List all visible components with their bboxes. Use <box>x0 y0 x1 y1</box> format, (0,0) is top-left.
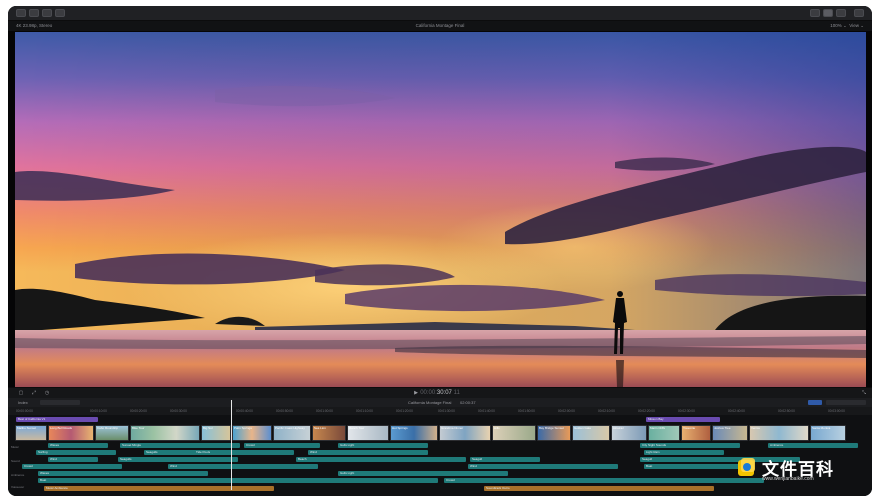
watermark-url: www.wenjianbaike.com <box>762 476 814 482</box>
ruler-tick: 00:01:30:00 <box>438 409 455 413</box>
audio-clip[interactable]: Waves <box>48 443 108 448</box>
video-clip[interactable]: Marin Cliffs <box>648 425 680 441</box>
watermark: 文件百科 www.wenjianbaike.com <box>736 453 856 489</box>
video-clip[interactable]: Malibu Sunset <box>15 425 47 441</box>
ruler-tick: 00:00:20:00 <box>130 409 147 413</box>
ruler-tick: 00:00:00:00 <box>16 409 33 413</box>
music-clip[interactable]: Soundtrack Outro <box>484 486 714 491</box>
title-clip[interactable]: Best of California V1 <box>16 417 98 422</box>
video-clip[interactable]: Ranch Tour <box>347 425 389 441</box>
video-clip[interactable]: Venice <box>749 425 809 441</box>
lane-label: Voiceover <box>11 485 25 489</box>
skimming-toggle[interactable] <box>808 400 822 405</box>
audio-clip[interactable]: Wind <box>308 450 428 455</box>
ruler-tick: 00:02:00:00 <box>558 409 575 413</box>
view-controls[interactable]: 100% ⌄ View ⌄ <box>830 21 864 31</box>
ruler-tick: 00:02:30:00 <box>678 409 695 413</box>
video-clip[interactable]: Hills <box>492 425 536 441</box>
title-clip[interactable]: Misson Bay <box>646 417 720 422</box>
view-menu[interactable]: View ⌄ <box>849 23 864 28</box>
video-clip[interactable]: Santa Monica <box>810 425 846 441</box>
import-icon[interactable] <box>16 9 26 17</box>
lane-label: Sound <box>11 459 20 463</box>
video-clip[interactable]: Alcatraz <box>611 425 647 441</box>
audio-clip[interactable]: Waves <box>38 471 208 476</box>
audio-clip[interactable]: Wind <box>168 464 318 469</box>
audio-clip[interactable]: Wind <box>48 457 98 462</box>
audio-clip[interactable]: Sunset Mingle <box>120 443 240 448</box>
ruler-tick: 00:00:40:00 <box>236 409 253 413</box>
layout-browser-icon[interactable] <box>810 9 820 17</box>
playhead[interactable] <box>231 400 232 490</box>
ruler-tick: 00:02:50:00 <box>778 409 795 413</box>
share-icon[interactable] <box>55 9 65 17</box>
lane-label: Music <box>11 445 19 449</box>
app-toolbar <box>8 6 872 21</box>
timeline-project-title: California Montage Final <box>408 400 452 405</box>
ruler-tick: 00:01:20:00 <box>396 409 413 413</box>
fullscreen-icon[interactable]: ⤡ <box>860 390 868 396</box>
video-viewer[interactable] <box>15 32 866 387</box>
audio-clip[interactable]: Wind <box>468 464 618 469</box>
layout-timeline-icon[interactable] <box>823 9 833 17</box>
audio-clip[interactable]: City Night Sounds <box>640 443 740 448</box>
zoom-menu[interactable]: 100% ⌄ <box>830 23 847 28</box>
share-export-icon[interactable] <box>854 9 864 17</box>
ruler-tick: 00:01:00:00 <box>316 409 333 413</box>
audio-clip[interactable]: Gulls Light <box>338 443 428 448</box>
final-cut-window: 4K 23.98p, Stereo California Montage Fin… <box>8 6 872 496</box>
edit-tools-group[interactable] <box>40 400 80 405</box>
index-button[interactable]: Index <box>18 398 28 407</box>
video-clip[interactable]: Big Sur <box>201 425 231 441</box>
timeline-duration: 02:00:37 <box>460 400 476 405</box>
video-clip[interactable]: Pacific Coast Highway <box>273 425 311 441</box>
video-clip[interactable]: Hot Springs <box>390 425 438 441</box>
audio-clip[interactable]: Seagull <box>470 457 540 462</box>
audio-clip[interactable]: Tide Pools <box>194 450 294 455</box>
viewer-title: California Montage Final <box>415 23 465 28</box>
primary-storyline[interactable]: Malibu Sunset Long Bull Roads Cabo Round… <box>15 425 867 441</box>
ruler-tick: 00:02:20:00 <box>638 409 655 413</box>
audio-clip[interactable]: Crowd <box>444 478 764 483</box>
keywords-icon[interactable] <box>29 9 39 17</box>
ruler-tick: 00:02:40:00 <box>728 409 745 413</box>
audio-clip[interactable]: Light Rain <box>644 450 724 455</box>
audio-clip[interactable]: Seagulls <box>118 457 238 462</box>
ruler-tick: 00:01:40:00 <box>478 409 495 413</box>
video-clip[interactable]: Sea Lion <box>312 425 346 441</box>
background-tasks-icon[interactable] <box>42 9 52 17</box>
ruler-tick: 00:00:50:00 <box>276 409 293 413</box>
viewer-info-bar: 4K 23.98p, Stereo California Montage Fin… <box>8 21 872 31</box>
video-clip[interactable]: Cabo Roundtrip <box>95 425 129 441</box>
audio-clip[interactable]: Ambience <box>768 443 858 448</box>
ruler-tick: 00:00:30:00 <box>170 409 187 413</box>
music-clip[interactable]: Music Ambience <box>44 486 274 491</box>
timeline-header: Index California Montage Final 02:00:37 <box>8 398 872 407</box>
video-clip[interactable]: Golden Gate <box>572 425 610 441</box>
watermark-logo-icon <box>738 458 755 476</box>
video-clip[interactable]: Bike Tour <box>130 425 200 441</box>
ruler-tick: 00:02:10:00 <box>598 409 615 413</box>
audio-clip[interactable]: Crowd <box>22 464 122 469</box>
viewer-frame-image <box>15 32 866 387</box>
video-clip[interactable]: Long Bull Roads <box>48 425 94 441</box>
ruler-tick: 00:01:10:00 <box>356 409 373 413</box>
video-clip[interactable]: Bay Bridge Sunset <box>537 425 571 441</box>
video-clip[interactable]: Yosemite <box>681 425 711 441</box>
lane-label: Ambience <box>11 473 25 477</box>
audio-clip[interactable]: Crowd <box>244 443 320 448</box>
video-clip[interactable]: Joshua Tree <box>712 425 748 441</box>
audio-clip[interactable]: Gulls Light <box>338 471 508 476</box>
audio-clip[interactable]: Surfing <box>36 450 116 455</box>
audio-clip[interactable]: Boat <box>38 478 438 483</box>
layout-inspector-icon[interactable] <box>836 9 846 17</box>
ruler-tick: 00:00:10:00 <box>90 409 107 413</box>
ruler-tick: 00:03:00:00 <box>828 409 845 413</box>
audio-clip[interactable]: Beach <box>296 457 466 462</box>
timeline-view-controls[interactable] <box>826 400 866 405</box>
ruler-tick: 00:01:50:00 <box>518 409 535 413</box>
video-clip[interactable]: Grandma Dinner <box>439 425 491 441</box>
video-clip[interactable]: Palm Springs <box>232 425 272 441</box>
